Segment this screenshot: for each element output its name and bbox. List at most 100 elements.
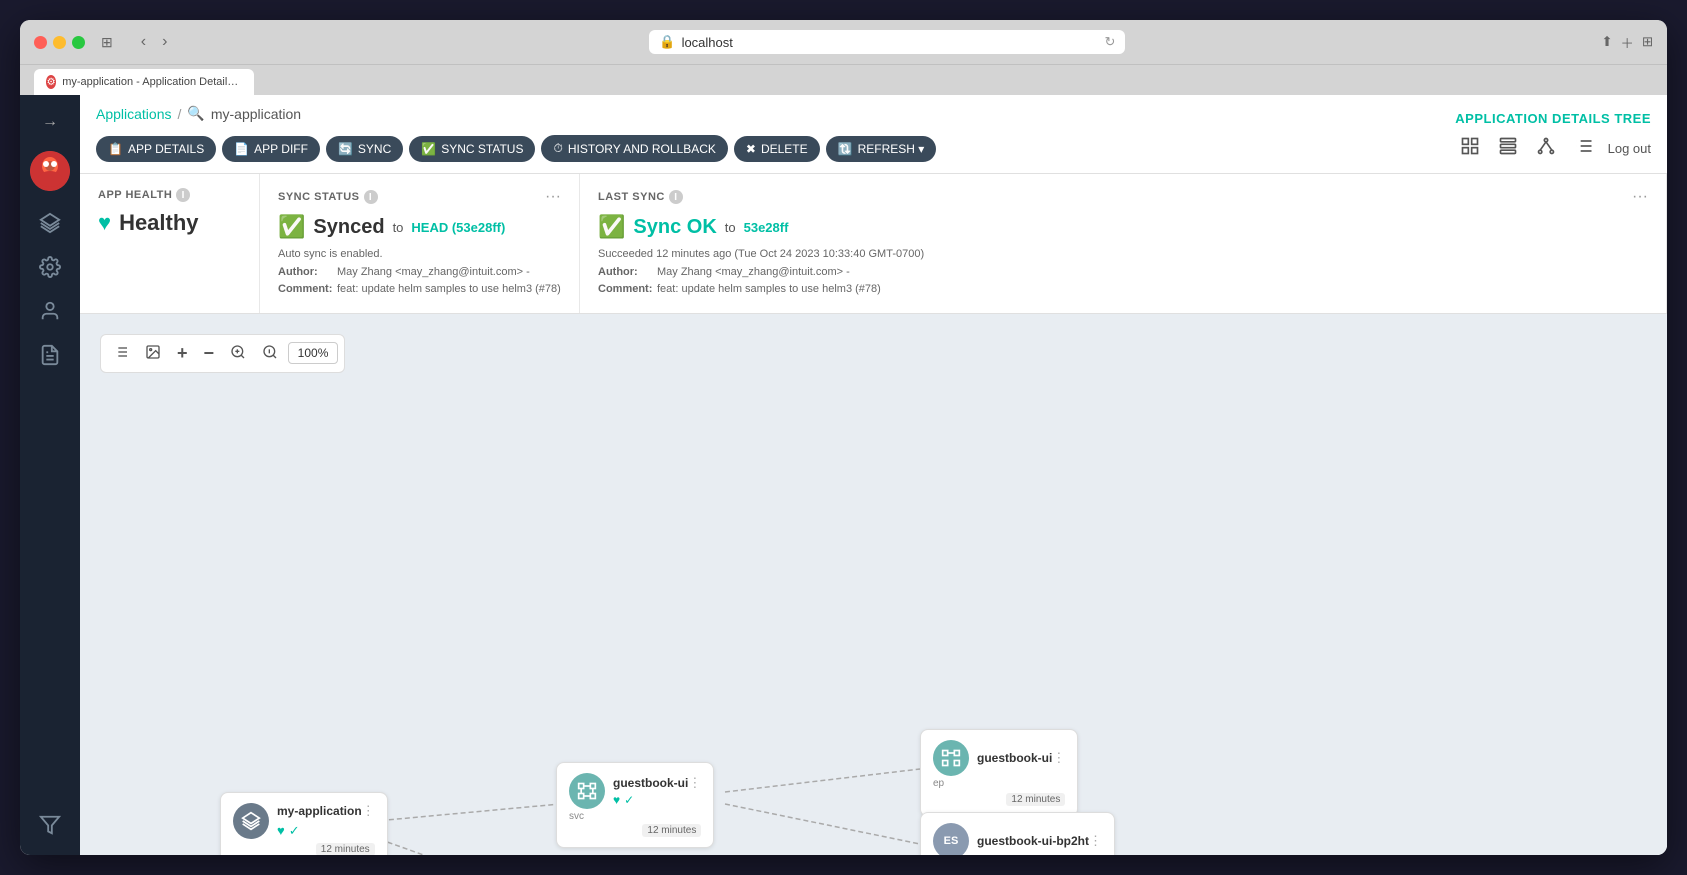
top-bar: Applications / 🔍 my-application APPLICAT… — [80, 95, 1667, 174]
tree-view-button[interactable] — [1456, 132, 1484, 165]
minimize-dot[interactable] — [53, 36, 66, 49]
zoom-fit-button[interactable] — [224, 340, 252, 367]
app-health-info-icon[interactable]: i — [176, 188, 190, 202]
list-toggle-button[interactable] — [107, 340, 135, 367]
last-sync-commit-link[interactable]: 53e28ff — [744, 220, 789, 235]
sync-meta: Auto sync is enabled. Author: May Zhang … — [278, 246, 561, 299]
svc-menu[interactable]: ⋮ — [688, 775, 701, 791]
sidebar-toggle-button[interactable]: ⊞ — [95, 32, 119, 53]
network-view-button[interactable] — [1532, 132, 1560, 165]
last-author-label: Author: — [598, 264, 653, 282]
search-icon: 🔍 — [187, 105, 204, 122]
last-sync-comment-row: Comment: feat: update helm samples to us… — [598, 281, 1648, 299]
sidebar-item-user[interactable] — [30, 291, 70, 331]
ep-icon — [933, 740, 969, 776]
app-health-title: APP HEALTH i — [98, 188, 190, 202]
succeeded-text: Succeeded 12 minutes ago (Tue Oct 24 202… — [598, 246, 1648, 264]
sync-status-more-icon[interactable]: ··· — [545, 188, 561, 206]
app-details-button[interactable]: 📋 APP DETAILS — [96, 136, 216, 162]
reload-icon[interactable]: ↻ — [1104, 34, 1115, 50]
toolbar: 📋 APP DETAILS 📄 APP DIFF 🔄 SYNC ✅ — [96, 135, 936, 162]
last-sync-title: LAST SYNC i — [598, 190, 683, 204]
app-diff-button[interactable]: 📄 APP DIFF — [222, 136, 320, 162]
svc-icon — [569, 773, 605, 809]
user-avatar[interactable] — [30, 151, 70, 191]
author-value: May Zhang <may_zhang@intuit.com> - — [337, 264, 530, 282]
delete-label: DELETE — [761, 142, 808, 156]
new-tab-button[interactable]: ＋ — [1621, 33, 1634, 52]
last-sync-author-row: Author: May Zhang <may_zhang@intuit.com>… — [598, 264, 1648, 282]
sync-author-row: Author: May Zhang <may_zhang@intuit.com>… — [278, 264, 561, 282]
tab-bar: ⚙ my-application - Application Details T… — [20, 65, 1667, 95]
app-health-panel: APP HEALTH i ♥ Healthy — [80, 174, 260, 313]
sync-status-button[interactable]: ✅ SYNC STATUS — [409, 136, 535, 162]
address-bar[interactable]: 🔒 localhost ↻ — [649, 30, 1125, 54]
delete-button[interactable]: ✖ DELETE — [734, 136, 820, 162]
svc-check-icon: ✓ — [624, 793, 634, 807]
zoom-level: 100% — [288, 342, 338, 364]
sync-status-info-icon[interactable]: i — [364, 190, 378, 204]
last-sync-panel: LAST SYNC i ··· ✅ Sync OK to 53e28ff Suc… — [580, 174, 1667, 313]
zoom-in-button[interactable]: + — [171, 339, 194, 368]
sync-status-title: SYNC STATUS i — [278, 190, 378, 204]
head-commit-link[interactable]: HEAD (53e28ff) — [411, 220, 505, 235]
comment-label: Comment: — [278, 281, 333, 299]
node-guestbook-ui-svc[interactable]: guestbook-ui ⋮ ♥ ✓ svc 12 minutes — [556, 762, 714, 848]
grid-button[interactable]: ⊞ — [1642, 33, 1653, 52]
history-icon: ⏱ — [553, 141, 562, 156]
my-application-timestamp: 12 minutes — [316, 843, 375, 855]
node-guestbook-ui-bp2ht[interactable]: ES guestbook-ui-bp2ht ⋮ endpointslice 12… — [920, 812, 1115, 855]
health-value: ♥ Healthy — [98, 210, 241, 236]
node-my-application[interactable]: my-application ⋮ ♥ ✓ 12 minutes — [220, 792, 388, 855]
app-details-icon: 📋 — [108, 142, 123, 156]
share-button[interactable]: ⬆ — [1601, 33, 1612, 52]
sync-label: SYNC — [358, 142, 391, 156]
url-text: localhost — [682, 35, 733, 50]
last-author-value: May Zhang <may_zhang@intuit.com> - — [657, 264, 850, 282]
sidebar-item-settings[interactable] — [30, 247, 70, 287]
ep-label: guestbook-ui — [977, 751, 1052, 765]
app-details-label: APP DETAILS — [128, 142, 204, 156]
active-tab[interactable]: ⚙ my-application - Application Details T… — [34, 69, 254, 95]
zoom-out-button[interactable]: − — [198, 339, 221, 368]
image-toggle-button[interactable] — [139, 340, 167, 367]
tree-canvas: + − 100% — [80, 314, 1667, 855]
sidebar-item-filter[interactable] — [30, 805, 70, 845]
synced-to-label: to — [393, 220, 404, 235]
last-comment-value: feat: update helm samples to use helm3 (… — [657, 281, 881, 299]
grid-view-button[interactable] — [1494, 132, 1522, 165]
forward-button[interactable]: › — [156, 31, 173, 53]
status-panels: APP HEALTH i ♥ Healthy SYNC STATUS i — [80, 174, 1667, 314]
auto-sync-text: Auto sync is enabled. — [278, 246, 561, 264]
history-rollback-button[interactable]: ⏱ HISTORY AND ROLLBACK — [541, 135, 727, 162]
last-sync-meta: Succeeded 12 minutes ago (Tue Oct 24 202… — [598, 246, 1648, 299]
last-comment-label: Comment: — [598, 281, 653, 299]
sidebar-item-layers[interactable] — [30, 203, 70, 243]
back-button[interactable]: ‹ — [135, 31, 152, 53]
close-dot[interactable] — [34, 36, 47, 49]
maximize-dot[interactable] — [72, 36, 85, 49]
sidebar-expand-button[interactable]: → — [34, 105, 66, 139]
app-diff-label: APP DIFF — [254, 142, 308, 156]
logout-button[interactable]: Log out — [1608, 141, 1651, 156]
refresh-button[interactable]: 🔃 REFRESH ▾ — [826, 136, 937, 162]
list-view-button[interactable] — [1570, 132, 1598, 165]
sync-status-panel: SYNC STATUS i ··· ✅ Synced to HEAD (53e2… — [260, 174, 580, 313]
zoom-reset-button[interactable] — [256, 340, 284, 367]
health-status: Healthy — [119, 210, 198, 236]
tab-title: my-application - Application Details Tre… — [62, 76, 242, 88]
sync-button[interactable]: 🔄 SYNC — [326, 136, 403, 162]
delete-icon: ✖ — [746, 142, 756, 156]
ep-timestamp: 12 minutes — [1006, 793, 1065, 806]
last-sync-more-icon[interactable]: ··· — [1632, 188, 1648, 206]
my-application-menu[interactable]: ⋮ — [362, 803, 375, 819]
lock-icon: 🔒 — [659, 34, 675, 50]
sidebar-item-docs[interactable] — [30, 335, 70, 375]
last-sync-info-icon[interactable]: i — [669, 190, 683, 204]
breadcrumb-applications-link[interactable]: Applications — [96, 106, 172, 122]
breadcrumb: Applications / 🔍 my-application — [96, 105, 301, 122]
breadcrumb-separator: / — [178, 106, 182, 122]
ep-menu[interactable]: ⋮ — [1052, 750, 1065, 766]
view-controls: Log out — [1456, 132, 1651, 165]
node-guestbook-ui-ep[interactable]: guestbook-ui ⋮ ep 12 minutes — [920, 729, 1078, 817]
